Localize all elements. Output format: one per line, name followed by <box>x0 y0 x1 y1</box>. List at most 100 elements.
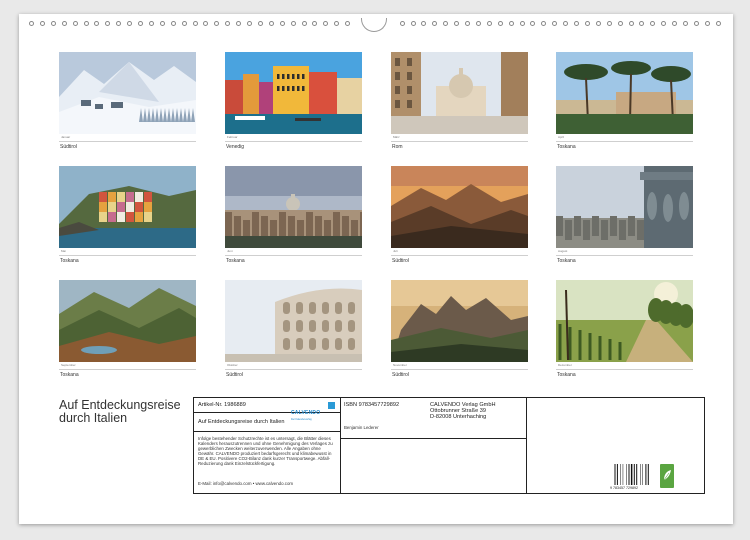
binding-ring <box>116 21 122 26</box>
binding-ring <box>268 21 274 26</box>
article-number: Artikel-Nr. 1986889 <box>198 402 246 408</box>
photo-caption: Toskana <box>557 258 576 264</box>
binding-ring <box>574 21 579 26</box>
month-photo <box>59 52 196 134</box>
month-photo <box>556 52 693 134</box>
binding-ring <box>552 21 558 26</box>
binding-ring <box>236 21 242 26</box>
binding-ring <box>138 21 143 26</box>
binding-ring <box>334 21 340 26</box>
binding-ring <box>443 21 449 26</box>
binding-ring <box>693 21 699 26</box>
binding-ring <box>465 21 470 26</box>
month-day-strip: Januar <box>59 134 196 142</box>
binding-ring <box>410 21 416 26</box>
binding-ring <box>399 21 405 26</box>
binding-ring <box>127 21 133 26</box>
binding-ring <box>301 21 307 26</box>
month-tile: September Toskana <box>59 280 196 378</box>
month-photo <box>391 280 528 362</box>
divider <box>194 431 340 432</box>
month-day-strip: März <box>391 134 528 142</box>
binding-ring <box>704 21 710 26</box>
photo-caption: Südtirol <box>226 372 243 378</box>
binding-ring <box>159 21 165 26</box>
binding-ring <box>61 21 67 26</box>
month-day-strip: September <box>59 362 196 370</box>
binding-ring <box>683 21 688 26</box>
info-table: Artikel-Nr. 1986889 CALVENDO Der Kalende… <box>193 397 705 494</box>
author: Benjamin Lederer <box>344 425 379 430</box>
product-title: Auf Entdeckungsreise durch Italien <box>198 419 285 425</box>
month-photo <box>225 52 362 134</box>
binding-ring <box>257 21 263 26</box>
photo-caption: Toskana <box>557 372 576 378</box>
binding-ring <box>563 21 569 26</box>
month-day-strip: Dezember <box>556 362 693 370</box>
binding-ring <box>105 21 111 26</box>
month-photo <box>59 166 196 248</box>
month-tile: Juli Südtirol <box>391 166 528 264</box>
binding-ring <box>541 21 547 26</box>
month-day-strip: April <box>556 134 693 142</box>
binding-ring <box>508 21 514 26</box>
month-photo <box>556 280 693 362</box>
hanger-hook <box>361 18 387 32</box>
month-day-strip: August <box>556 248 693 256</box>
leaf-icon <box>663 470 671 481</box>
month-tile: Januar Südtirol <box>59 52 196 150</box>
month-photo <box>225 280 362 362</box>
binding-ring <box>323 21 329 26</box>
binding-ring <box>421 21 427 26</box>
divider <box>526 398 527 493</box>
month-tile: August Toskana <box>556 166 693 264</box>
binding-ring <box>519 21 525 26</box>
photo-caption: Rom <box>392 144 403 150</box>
binding-ring <box>29 21 34 26</box>
month-tile: Mai Toskana <box>59 166 196 264</box>
month-tile: Februar Venedig <box>225 52 362 150</box>
binding-ring <box>170 21 176 26</box>
month-name: August <box>558 249 568 253</box>
wire-binding <box>19 18 733 32</box>
isbn: ISBN 9783457729892 <box>344 402 400 408</box>
month-day-strip: Mai <box>59 248 196 256</box>
month-tile: November Südtirol <box>391 280 528 378</box>
binding-ring <box>497 21 503 26</box>
photo-caption: Südtirol <box>392 258 409 264</box>
photo-caption: Toskana <box>60 258 79 264</box>
month-day-strip: Februar <box>225 134 362 142</box>
month-name: November <box>393 363 407 367</box>
binding-ring <box>672 21 678 26</box>
calvendo-logo: CALVENDO Der Kalenderverlag <box>291 401 335 421</box>
logo-square-icon <box>328 402 335 409</box>
binding-ring <box>181 21 187 26</box>
divider <box>340 398 341 493</box>
month-day-strip: Juni <box>225 248 362 256</box>
photo-caption: Venedig <box>226 144 245 150</box>
binding-ring <box>39 21 45 26</box>
binding-ring <box>345 21 351 26</box>
divider <box>340 438 526 439</box>
month-day-strip: November <box>391 362 528 370</box>
photo-caption: Toskana <box>557 144 576 150</box>
binding-ring <box>661 21 667 26</box>
month-tile: Oktober Südtirol <box>225 280 362 378</box>
photo-caption: Südtirol <box>60 144 77 150</box>
month-name: Juni <box>227 249 233 253</box>
binding-ring <box>639 21 645 26</box>
month-name: Oktober <box>227 363 238 367</box>
month-tile: April Toskana <box>556 52 693 150</box>
month-name: April <box>558 135 565 139</box>
photo-caption: Toskana <box>226 258 245 264</box>
binding-ring <box>247 21 252 26</box>
month-tile: Dezember Toskana <box>556 280 693 378</box>
binding-ring <box>715 21 721 26</box>
binding-ring <box>486 21 492 26</box>
binding-ring <box>432 21 438 26</box>
month-name: März <box>393 135 400 139</box>
month-photo <box>59 280 196 362</box>
month-photo <box>391 166 528 248</box>
month-name: Mai <box>61 249 66 253</box>
binding-ring <box>606 21 612 26</box>
